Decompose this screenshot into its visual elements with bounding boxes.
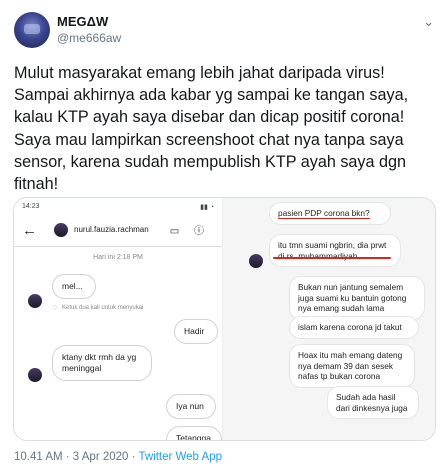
message-bubble: mel...	[52, 274, 96, 299]
profile-avatar[interactable]	[14, 12, 50, 48]
chat-screenshot-right: pasien PDP corona bkn? itu tmn suami ngb…	[223, 198, 435, 440]
contact-avatar	[28, 368, 42, 382]
chat-date-label: Hari ini 2:18 PM	[93, 254, 143, 261]
message-text: pasien PDP corona bkn?	[278, 208, 370, 219]
tweet-timestamp[interactable]: 10.41 AM · 3 Apr 2020 ·	[14, 451, 138, 463]
back-arrow-icon: ←	[22, 222, 37, 239]
message-bubble: Sudah ada hasil dari dinkesnya juga	[327, 386, 419, 420]
message-bubble: Hadir	[174, 319, 218, 344]
status-bar-time: 14:23	[22, 203, 40, 210]
message-bubble: pasien PDP corona bkn?	[269, 202, 391, 225]
tweet-media[interactable]: 14:23 ▮▮ ◔ ← nurul.fauzia.rachman ▭ ⓘ Ha…	[13, 197, 436, 441]
message-bubble: Hoax itu mah emang dateng nya demam 39 d…	[289, 344, 415, 388]
call-icons: ▭ ⓘ	[169, 226, 210, 237]
display-name[interactable]: MEGΔW	[57, 14, 108, 29]
user-handle[interactable]: @me666aw	[57, 31, 121, 45]
message-bubble: Iya nun	[166, 394, 216, 419]
heart-icon: ♡	[52, 306, 58, 312]
red-underline	[273, 257, 391, 259]
divider	[14, 246, 222, 247]
message-bubble: islam karena corona jd takut	[289, 316, 419, 339]
contact-avatar	[28, 294, 42, 308]
source-link[interactable]: Twitter Web App	[138, 451, 222, 463]
message-bubble: ktany dkt rmh da yg meninggal	[52, 345, 152, 381]
tweet-metadata: 10.41 AM · 3 Apr 2020 · Twitter Web App	[14, 451, 222, 463]
chevron-down-icon[interactable]: ⌄	[423, 14, 434, 30]
message-bubble: itu tmn suami ngbrin, dia prwt di rs. mu…	[269, 234, 401, 268]
chat-contact-name: nurul.fauzia.rachman	[74, 225, 149, 234]
contact-avatar	[54, 223, 68, 237]
contact-avatar	[249, 254, 263, 268]
status-bar-icons: ▮▮ ◔	[200, 204, 214, 211]
chat-screenshot-left: 14:23 ▮▮ ◔ ← nurul.fauzia.rachman ▭ ⓘ Ha…	[14, 198, 223, 440]
message-bubble: Tetangga ku	[166, 426, 222, 440]
tweet-text: Mulut masyarakat emang lebih jahat darip…	[14, 64, 409, 194]
message-bubble: Bukan nun jantung semalem juga suami ku …	[289, 276, 425, 320]
like-hint: Ketuk dua kali untuk menyukai	[62, 305, 144, 311]
